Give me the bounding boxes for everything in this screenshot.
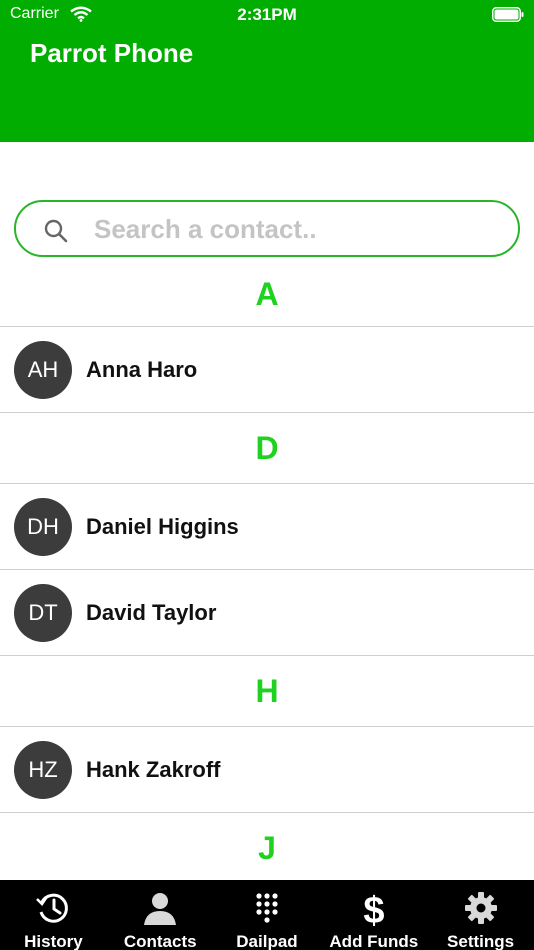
search-icon [44,219,68,243]
contact-list[interactable]: A AH Anna Haro D DH Daniel Higgins DT Da… [0,262,534,884]
contact-name: Anna Haro [86,357,198,382]
section-header-j: J [258,830,276,866]
contact-name: Daniel Higgins [86,514,239,539]
tab-add-funds[interactable]: $ Add Funds [320,880,427,950]
app-header: Carrier 2:31PM Parrot Phone [0,0,534,142]
dialpad-icon [256,893,278,923]
tab-label: History [24,932,83,950]
contact-row-daniel-higgins[interactable]: DH Daniel Higgins [0,484,534,570]
tab-label: Settings [447,932,515,950]
contact-row-david-taylor[interactable]: DT David Taylor [0,570,534,656]
battery-icon [492,7,524,22]
section-header-d: D [0,413,534,484]
search-bar[interactable] [14,200,520,257]
status-bar: Carrier 2:31PM [0,0,534,30]
dollar-icon: $ [363,890,384,926]
avatar: AH [14,341,72,399]
contact-row-hank-zakroff[interactable]: HZ Hank Zakroff [0,727,534,813]
contact-name: Hank Zakroff [86,757,221,782]
gear-icon [464,892,497,924]
tab-label: Add Funds [329,932,419,950]
app-title: Parrot Phone [30,38,194,68]
contact-name: David Taylor [86,600,217,625]
section-header-h: H [0,656,534,727]
svg-text:$: $ [363,890,384,926]
tab-contacts[interactable]: Contacts [107,880,214,950]
tab-bar: History Contacts Dailpad $ Add Funds Set… [0,880,534,950]
section-header-a: A [0,262,534,327]
contact-row-anna-haro[interactable]: AH Anna Haro [0,327,534,413]
tab-history[interactable]: History [0,880,107,950]
avatar: HZ [14,741,72,799]
status-time: 2:31PM [237,5,297,24]
avatar: DT [14,584,72,642]
tab-settings[interactable]: Settings [427,880,534,950]
avatar: DH [14,498,72,556]
person-icon [144,893,177,925]
tab-dialpad[interactable]: Dailpad [214,880,321,950]
tab-label: Contacts [123,932,197,950]
tab-label: Dailpad [236,932,298,950]
search-input[interactable] [94,210,494,248]
history-icon [36,893,69,923]
